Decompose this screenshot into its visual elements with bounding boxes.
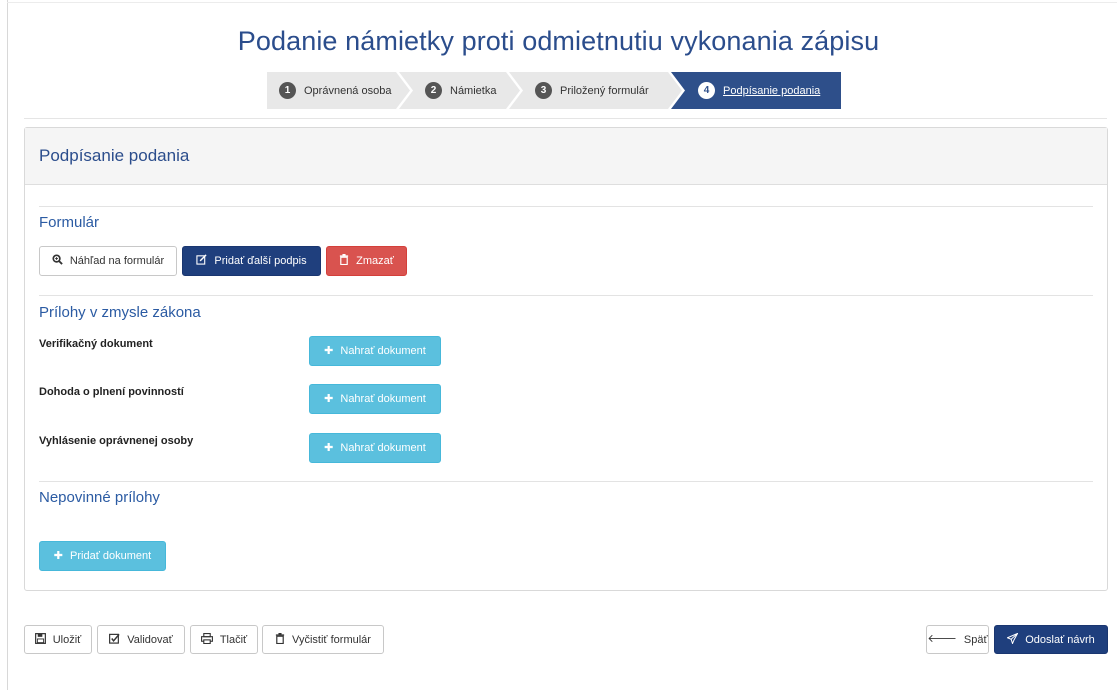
- page-title: Podanie námietky proti odmietnutiu vykon…: [237, 26, 880, 56]
- add-signature-button[interactable]: Pridať ďalší podpis: [182, 246, 321, 276]
- section-divider: [39, 481, 1093, 482]
- floppy-icon: [34, 632, 46, 647]
- plus-icon: ✚: [324, 344, 334, 357]
- delete-label: Zmazať: [356, 255, 394, 267]
- edit-icon: [196, 254, 207, 268]
- upload-dohoda-button[interactable]: ✚ Nahrať dokument: [309, 384, 441, 414]
- wizard-step-label: Podpísanie podania: [723, 84, 821, 97]
- optional-section-title: Nepovinné prílohy: [39, 489, 160, 506]
- wizard-step-opravnena-osoba[interactable]: 1 Oprávnená osoba: [267, 72, 410, 109]
- wizard-step-label: Oprávnená osoba: [304, 84, 392, 97]
- attachment-label-verifikacny: Verifikačný dokument: [39, 338, 153, 350]
- panel-heading-text: Podpísanie podania: [39, 146, 190, 165]
- step-number-badge: 4: [698, 82, 715, 99]
- save-label: Uložiť: [52, 633, 82, 646]
- panel-heading: Podpísanie podania: [25, 128, 1107, 185]
- upload-label: Nahrať dokument: [340, 393, 426, 405]
- wizard-step-podpisanie-podania[interactable]: 4 Podpísanie podania: [671, 72, 841, 109]
- upload-label: Nahrať dokument: [340, 442, 426, 454]
- plus-icon: ✚: [324, 392, 334, 405]
- arrow-left-icon: 🡐: [927, 633, 957, 645]
- section-divider: [39, 206, 1093, 207]
- plus-icon: ✚: [53, 549, 64, 562]
- title-divider: [24, 118, 1107, 119]
- form-section-title: Formulár: [39, 214, 100, 231]
- upload-verifikacny-button[interactable]: ✚ Nahrať dokument: [309, 336, 441, 366]
- delete-button[interactable]: Zmazať: [326, 246, 407, 276]
- add-signature-label: Pridať ďalší podpis: [214, 255, 307, 267]
- preview-form-button[interactable]: Náhľad na formulár: [39, 246, 177, 276]
- back-button[interactable]: 🡐 Späť: [926, 625, 989, 654]
- signing-panel: Podpísanie podania Formulár Náhľad na fo…: [24, 127, 1108, 591]
- back-label: Späť: [963, 633, 988, 646]
- step-number-badge: 1: [279, 82, 296, 99]
- wizard-steps: 1 Oprávnená osoba 2 Námietka 3 Priložený…: [267, 72, 841, 109]
- save-button[interactable]: Uložiť: [24, 625, 92, 654]
- preview-form-label: Náhľad na formulár: [69, 255, 165, 267]
- wizard-step-namietka[interactable]: 2 Námietka: [399, 72, 520, 109]
- clear-form-label: Vyčistiť formulár: [292, 633, 371, 646]
- step-number-badge: 3: [535, 82, 552, 99]
- trash-icon: [339, 254, 349, 268]
- plus-icon: ✚: [324, 441, 334, 454]
- section-divider: [39, 295, 1093, 296]
- clear-form-button[interactable]: Vyčistiť formulár: [262, 625, 384, 654]
- print-label: Tlačiť: [219, 633, 248, 646]
- attachment-label-vyhlasenie: Vyhlásenie oprávnenej osoby: [39, 435, 194, 447]
- checkbox-icon: [109, 633, 120, 647]
- add-document-label: Pridať dokument: [70, 550, 152, 562]
- attachments-section-title: Prílohy v zmysle zákona: [39, 304, 201, 321]
- attachment-label-dohoda: Dohoda o plnení povinností: [39, 386, 184, 398]
- validate-button[interactable]: Validovať: [97, 625, 185, 654]
- magnifier-icon: [52, 254, 63, 268]
- trash-icon: [275, 632, 285, 647]
- wizard-step-label: Námietka: [450, 84, 497, 97]
- submit-label: Odoslať návrh: [1025, 633, 1095, 646]
- wizard-step-label: Priložený formulár: [560, 84, 649, 97]
- upload-vyhlasenie-button[interactable]: ✚ Nahrať dokument: [309, 433, 441, 463]
- print-button[interactable]: Tlačiť: [190, 625, 258, 654]
- paper-plane-icon: [1006, 631, 1019, 647]
- validate-label: Validovať: [127, 633, 173, 646]
- submit-button[interactable]: Odoslať návrh: [994, 625, 1108, 654]
- page-top-border: [7, 2, 1117, 3]
- upload-label: Nahrať dokument: [340, 345, 426, 357]
- printer-icon: [200, 632, 213, 647]
- wizard-step-prilozeny-formular[interactable]: 3 Priložený formulár: [509, 72, 682, 109]
- add-document-button[interactable]: ✚ Pridať dokument: [39, 541, 166, 571]
- page-left-border: [7, 0, 8, 690]
- step-number-badge: 2: [425, 82, 442, 99]
